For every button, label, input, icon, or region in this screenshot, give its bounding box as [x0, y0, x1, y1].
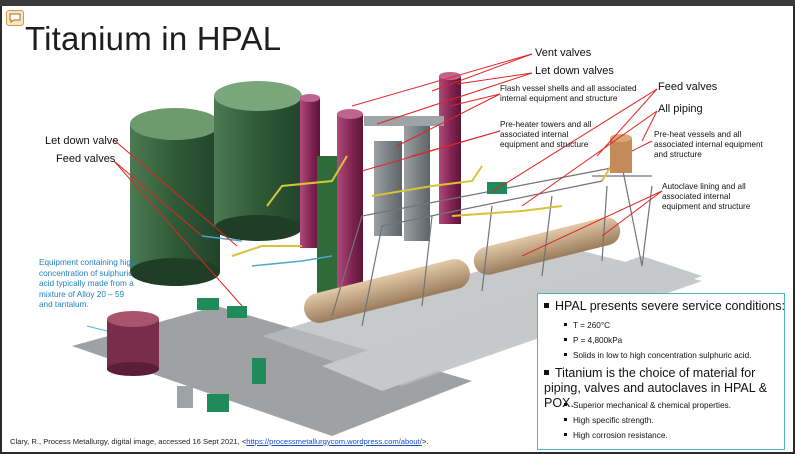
bullet-icon	[564, 353, 567, 357]
bullet-icon	[544, 303, 549, 309]
preheat-vessel	[610, 134, 632, 173]
condition-item: T = 260°C	[564, 321, 610, 330]
property-item: High corrosion resistance.	[564, 431, 668, 440]
storage-tank-left	[130, 108, 220, 286]
label-flash-vessel: Flash vessel shells and all associated i…	[500, 84, 637, 103]
label-preheat-vessels: Pre-heat vessels and all associated inte…	[654, 130, 763, 159]
label-vent-valves: Vent valves	[535, 47, 592, 59]
storage-tank-right	[214, 81, 302, 241]
bullet-icon	[564, 418, 567, 422]
citation: Clary, R., Process Metallurgy, digital i…	[10, 437, 429, 446]
flash-vessel-center	[337, 109, 363, 294]
label-autoclave-lining: Autoclave lining and all associated inte…	[662, 182, 751, 211]
condition-item: Solids in low to high concentration sulp…	[564, 351, 751, 360]
bullet-icon	[544, 370, 549, 376]
property-item: High specific strength.	[564, 416, 654, 425]
bullet-icon	[564, 323, 567, 327]
condition-item: P = 4,800kPa	[564, 336, 622, 345]
info-heading-conditions: HPAL presents severe service conditions:	[544, 299, 785, 313]
label-all-piping: All piping	[658, 103, 703, 115]
acid-tank	[107, 311, 159, 376]
label-let-down-valves: Let down valves	[535, 65, 614, 77]
property-item: Superior mechanical & chemical propertie…	[564, 401, 731, 410]
citation-link[interactable]: https://processmetallurgycom.wordpress.c…	[246, 437, 422, 446]
bullet-icon	[564, 433, 567, 437]
label-feed-valves-left: Feed valves	[56, 153, 116, 165]
slide: Titanium in HPAL Vent valves Let down va…	[2, 6, 793, 452]
label-let-down-valve-left: Let down valve	[45, 135, 119, 147]
label-sulphuric-equipment: Equipment containing high concentration …	[39, 258, 136, 309]
info-box: HPAL presents severe service conditions:…	[537, 293, 785, 450]
bullet-icon	[564, 338, 567, 342]
label-feed-valves-right: Feed valves	[658, 81, 718, 93]
label-preheater-towers: Pre-heater towers and all associated int…	[500, 120, 592, 149]
bullet-icon	[564, 403, 567, 407]
